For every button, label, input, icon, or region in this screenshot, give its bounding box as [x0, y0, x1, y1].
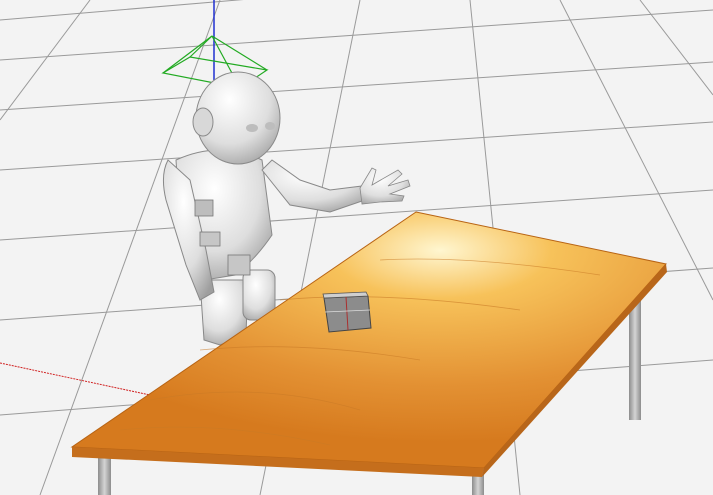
- robot-joint: [194, 199, 214, 217]
- box-object[interactable]: [322, 291, 372, 333]
- table[interactable]: [70, 211, 667, 477]
- robot-eye: [246, 124, 258, 132]
- table-top: [70, 211, 667, 469]
- robot-joint: [199, 231, 221, 247]
- robot-eye: [265, 122, 275, 130]
- robot-arm-right: [261, 159, 371, 213]
- robot-joint: [227, 254, 251, 276]
- x-axis-line: [0, 362, 151, 396]
- 3d-viewport[interactable]: [0, 0, 713, 495]
- robot-hand: [359, 167, 411, 205]
- robot-ear: [192, 107, 214, 137]
